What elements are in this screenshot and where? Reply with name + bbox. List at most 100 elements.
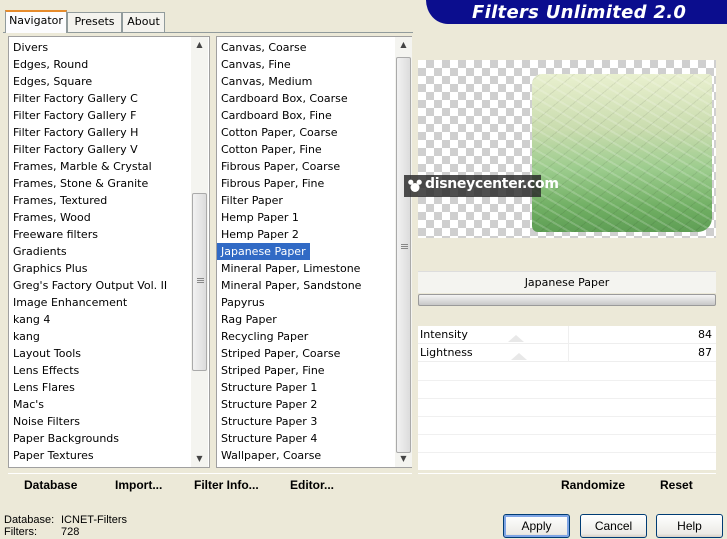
list-item[interactable]: Canvas, Fine bbox=[217, 56, 395, 73]
list-item[interactable]: Paper Textures bbox=[9, 447, 191, 464]
editor-button[interactable]: Editor... bbox=[290, 478, 334, 492]
list-item-label: Wallpaper, Coarse bbox=[221, 449, 322, 462]
category-scroll-thumb[interactable] bbox=[192, 193, 207, 371]
list-item[interactable]: Papyrus bbox=[217, 294, 395, 311]
category-scrollbar[interactable]: ▲ ▼ bbox=[191, 37, 208, 467]
list-item-label: Frames, Marble & Crystal bbox=[13, 160, 152, 173]
slider-marker-icon[interactable] bbox=[508, 335, 525, 342]
filter-scrollbar[interactable]: ▲ ▼ bbox=[395, 37, 412, 467]
cancel-button[interactable]: Cancel bbox=[580, 514, 647, 538]
param-lightness[interactable]: Lightness 87 bbox=[418, 344, 716, 362]
tab-presets[interactable]: Presets bbox=[67, 12, 122, 32]
database-button[interactable]: Database bbox=[24, 478, 77, 492]
parameter-panel: Intensity 84 Lightness 87 bbox=[418, 326, 716, 470]
list-item[interactable]: Lens Flares bbox=[9, 379, 191, 396]
list-item-label: Hemp Paper 1 bbox=[221, 211, 299, 224]
scroll-down-icon[interactable]: ▼ bbox=[191, 451, 208, 467]
list-item[interactable]: Structure Paper 3 bbox=[217, 413, 395, 430]
empty-param-row bbox=[418, 398, 716, 399]
list-item[interactable]: Cardboard Box, Coarse bbox=[217, 90, 395, 107]
list-item-label: Filter Factory Gallery V bbox=[13, 143, 138, 156]
filter-scroll-thumb[interactable] bbox=[396, 57, 411, 453]
list-item-label: Edges, Square bbox=[13, 75, 93, 88]
list-item-label: Recycling Paper bbox=[221, 330, 309, 343]
list-item[interactable]: Fibrous Paper, Fine bbox=[217, 175, 395, 192]
param-value[interactable]: 84 bbox=[698, 328, 712, 341]
slider-marker-icon[interactable] bbox=[511, 353, 528, 360]
grip-icon bbox=[401, 244, 408, 249]
list-item[interactable]: Noise Filters bbox=[9, 413, 191, 430]
filter-list[interactable]: Canvas, Coarse Canvas, Fine Canvas, Medium… bbox=[217, 39, 395, 467]
list-item[interactable]: Wallpaper, Coarse bbox=[217, 447, 395, 464]
list-item[interactable]: Cardboard Box, Fine bbox=[217, 107, 395, 124]
list-item[interactable]: Mineral Paper, Sandstone bbox=[217, 277, 395, 294]
tab-about[interactable]: About bbox=[122, 12, 165, 32]
preview-image[interactable] bbox=[418, 60, 716, 238]
list-item[interactable]: kang bbox=[9, 328, 191, 345]
list-item-label: Edges, Round bbox=[13, 58, 89, 71]
list-item[interactable]: Canvas, Coarse bbox=[217, 39, 395, 56]
param-divider bbox=[568, 344, 569, 362]
list-item[interactable]: Striped Paper, Fine bbox=[217, 362, 395, 379]
list-item[interactable]: Canvas, Medium bbox=[217, 73, 395, 90]
param-value[interactable]: 87 bbox=[698, 346, 712, 359]
list-item[interactable]: Frames, Textured bbox=[9, 192, 191, 209]
list-item[interactable]: Fibrous Paper, Coarse bbox=[217, 158, 395, 175]
list-item[interactable]: Structure Paper 2 bbox=[217, 396, 395, 413]
scroll-up-icon[interactable]: ▲ bbox=[395, 37, 412, 53]
filters-status-value: 728 bbox=[61, 526, 80, 538]
list-item[interactable]: Freeware filters bbox=[9, 226, 191, 243]
scroll-down-icon[interactable]: ▼ bbox=[395, 451, 412, 467]
list-item[interactable]: kang 4 bbox=[9, 311, 191, 328]
list-item[interactable]: Filter Paper bbox=[217, 192, 395, 209]
list-item-label: Hemp Paper 2 bbox=[221, 228, 299, 241]
category-list[interactable]: Divers Edges, Round Edges, Square Filter Fa… bbox=[9, 39, 191, 467]
list-item-label: Noise Filters bbox=[13, 415, 80, 428]
list-item[interactable]: Frames, Stone & Granite bbox=[9, 175, 191, 192]
list-item[interactable]: Lens Effects bbox=[9, 362, 191, 379]
list-item[interactable]: Striped Paper, Coarse bbox=[217, 345, 395, 362]
list-item[interactable]: Edges, Square bbox=[9, 73, 191, 90]
list-item[interactable]: Structure Paper 4 bbox=[217, 430, 395, 447]
list-item[interactable]: Edges, Round bbox=[9, 56, 191, 73]
list-item-label: Filter Paper bbox=[221, 194, 283, 207]
tab-navigator[interactable]: Navigator bbox=[5, 10, 67, 33]
list-item[interactable]: Paper Backgrounds bbox=[9, 430, 191, 447]
import-button[interactable]: Import... bbox=[115, 478, 162, 492]
list-item[interactable]: Gradients bbox=[9, 243, 191, 260]
list-item[interactable]: Hemp Paper 2 bbox=[217, 226, 395, 243]
list-item[interactable]: Image Enhancement bbox=[9, 294, 191, 311]
list-item[interactable]: Filter Factory Gallery F bbox=[9, 107, 191, 124]
list-item[interactable]: Mineral Paper, Limestone bbox=[217, 260, 395, 277]
list-item[interactable]: Recycling Paper bbox=[217, 328, 395, 345]
grip-icon bbox=[197, 278, 204, 283]
reset-button[interactable]: Reset bbox=[660, 478, 693, 492]
list-item[interactable]: Frames, Wood bbox=[9, 209, 191, 226]
list-item[interactable]: Divers bbox=[9, 39, 191, 56]
list-item[interactable]: Layout Tools bbox=[9, 345, 191, 362]
list-item[interactable]: Frames, Marble & Crystal bbox=[9, 158, 191, 175]
list-item[interactable]: Filter Factory Gallery V bbox=[9, 141, 191, 158]
randomize-button[interactable]: Randomize bbox=[561, 478, 625, 492]
list-item[interactable]: Graphics Plus bbox=[9, 260, 191, 277]
list-item-label: Frames, Wood bbox=[13, 211, 91, 224]
list-item[interactable]: Rag Paper bbox=[217, 311, 395, 328]
database-status-value: ICNET-Filters bbox=[61, 514, 127, 526]
list-item-label: Layout Tools bbox=[13, 347, 81, 360]
list-item[interactable]: Cotton Paper, Fine bbox=[217, 141, 395, 158]
filter-info-button[interactable]: Filter Info... bbox=[194, 478, 259, 492]
list-item[interactable]: Japanese Paper bbox=[217, 243, 395, 260]
param-intensity[interactable]: Intensity 84 bbox=[418, 326, 716, 344]
list-item[interactable]: Cotton Paper, Coarse bbox=[217, 124, 395, 141]
list-item-label: Paper Backgrounds bbox=[13, 432, 120, 445]
help-button[interactable]: Help bbox=[656, 514, 723, 538]
list-item[interactable]: Filter Factory Gallery C bbox=[9, 90, 191, 107]
list-item[interactable]: Mac's bbox=[9, 396, 191, 413]
scroll-up-icon[interactable]: ▲ bbox=[191, 37, 208, 53]
empty-param-row bbox=[418, 434, 716, 435]
list-item[interactable]: Hemp Paper 1 bbox=[217, 209, 395, 226]
list-item[interactable]: Filter Factory Gallery H bbox=[9, 124, 191, 141]
list-item[interactable]: Greg's Factory Output Vol. II bbox=[9, 277, 191, 294]
apply-button[interactable]: Apply bbox=[503, 514, 570, 538]
list-item[interactable]: Structure Paper 1 bbox=[217, 379, 395, 396]
